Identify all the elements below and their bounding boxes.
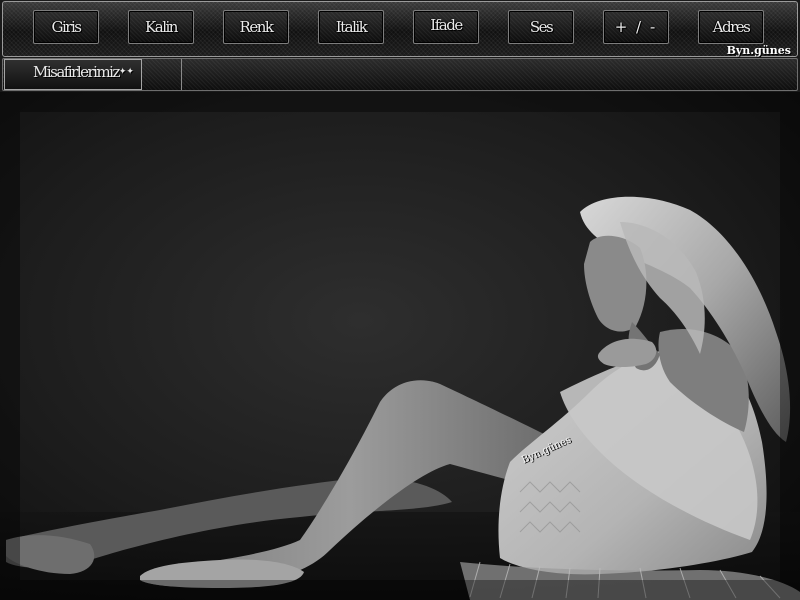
emoticon-button[interactable]: Ifade (413, 10, 479, 44)
background-photo: Byn.günes (0, 92, 800, 600)
toolbar: Giris Kalin Renk Italik Ifade Ses + / - … (2, 1, 798, 57)
sparkle-icon: ✦✦ (118, 67, 134, 77)
address-button[interactable]: Adres (698, 10, 764, 44)
font-size-button[interactable]: + / - (603, 10, 669, 44)
sound-button[interactable]: Ses (508, 10, 574, 44)
guests-button[interactable]: Misafirlerimiz✦✦ (4, 59, 142, 90)
guest-bar: Misafirlerimiz✦✦ (2, 58, 798, 91)
color-button[interactable]: Renk (223, 10, 289, 44)
guests-label: Misafirlerimiz (33, 63, 120, 81)
login-button[interactable]: Giris (33, 10, 99, 44)
chat-page: Giris Kalin Renk Italik Ifade Ses + / - … (0, 0, 800, 600)
divider (181, 59, 182, 90)
signature-text: Byn.günes (726, 44, 791, 57)
bold-button[interactable]: Kalin (128, 10, 194, 44)
italic-button[interactable]: Italik (318, 10, 384, 44)
